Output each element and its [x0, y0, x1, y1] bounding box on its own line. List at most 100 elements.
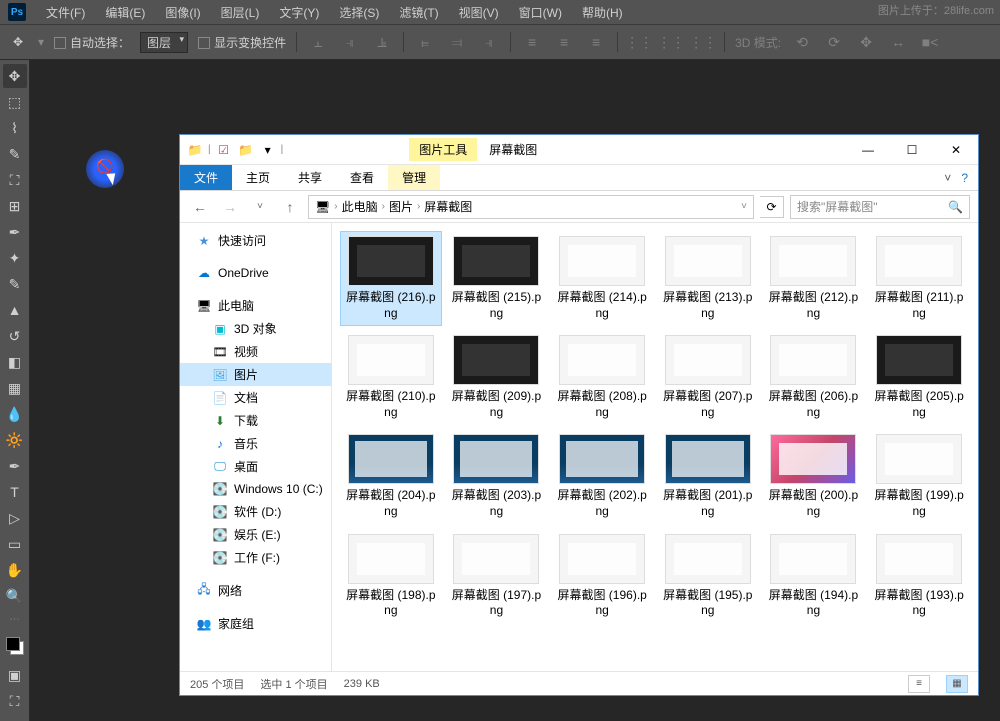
refresh-button[interactable]: ⟳: [760, 196, 784, 218]
align-vcenter-icon[interactable]: ⫣: [339, 31, 361, 53]
nav-drive-e[interactable]: 💽娱乐 (E:): [180, 523, 331, 546]
color-swatch[interactable]: [6, 637, 24, 655]
eraser-tool[interactable]: ◧: [3, 350, 27, 374]
lasso-tool[interactable]: ⌇: [3, 116, 27, 140]
file-item[interactable]: 屏幕截图 (208).png: [551, 330, 653, 425]
nav-onedrive[interactable]: ☁OneDrive: [180, 262, 331, 284]
crop-tool[interactable]: ⛶: [3, 168, 27, 192]
menu-item-1[interactable]: 编辑(E): [95, 4, 155, 21]
file-item[interactable]: 屏幕截图 (206).png: [763, 330, 865, 425]
crumb-pc[interactable]: 此电脑: [342, 198, 378, 215]
align-hcenter-icon[interactable]: ⫤: [446, 31, 468, 53]
gradient-tool[interactable]: ▦: [3, 376, 27, 400]
file-item[interactable]: 屏幕截图 (202).png: [551, 429, 653, 524]
file-item[interactable]: 屏幕截图 (200).png: [763, 429, 865, 524]
menu-item-5[interactable]: 选择(S): [329, 4, 389, 21]
menu-item-8[interactable]: 窗口(W): [509, 4, 572, 21]
show-transform-checkbox[interactable]: 显示变换控件: [198, 34, 286, 51]
nav-back-button[interactable]: ←: [188, 195, 212, 219]
pen-tool[interactable]: ✒: [3, 454, 27, 478]
file-item[interactable]: 屏幕截图 (211).png: [868, 231, 970, 326]
qat-open-icon[interactable]: 📁: [237, 141, 255, 159]
align-top-icon[interactable]: ⫠: [307, 31, 329, 53]
mode-3d-zoom-icon[interactable]: ■<: [919, 31, 941, 53]
history-brush-tool[interactable]: ↺: [3, 324, 27, 348]
address-dropdown-icon[interactable]: ˅: [741, 201, 747, 212]
file-item[interactable]: 屏幕截图 (193).png: [868, 529, 970, 624]
crumb-pictures[interactable]: 图片: [389, 198, 413, 215]
view-details-button[interactable]: ≡: [908, 675, 930, 693]
file-item[interactable]: 屏幕截图 (205).png: [868, 330, 970, 425]
shape-tool[interactable]: ▭: [3, 532, 27, 556]
align-bottom-icon[interactable]: ⫡: [371, 31, 393, 53]
quick-select-tool[interactable]: ✎: [3, 142, 27, 166]
maximize-button[interactable]: ☐: [890, 135, 934, 165]
nav-3d-objects[interactable]: ▣3D 对象: [180, 317, 331, 340]
align-right-icon[interactable]: ⫣: [478, 31, 500, 53]
menu-item-7[interactable]: 视图(V): [449, 4, 509, 21]
mode-3d-orbit-icon[interactable]: ⟲: [791, 31, 813, 53]
file-item[interactable]: 屏幕截图 (213).png: [657, 231, 759, 326]
file-item[interactable]: 屏幕截图 (203).png: [446, 429, 548, 524]
file-item[interactable]: 屏幕截图 (210).png: [340, 330, 442, 425]
heal-tool[interactable]: ✦: [3, 246, 27, 270]
tab-file[interactable]: 文件: [180, 165, 232, 190]
nav-documents[interactable]: 📄文档: [180, 386, 331, 409]
nav-up-button[interactable]: ↑: [278, 195, 302, 219]
nav-videos[interactable]: 🎞视频: [180, 340, 331, 363]
tab-view[interactable]: 查看: [336, 165, 388, 190]
qat-dropdown-icon[interactable]: ▾: [259, 141, 277, 159]
distribute-5-icon[interactable]: ⋮⋮: [660, 31, 682, 53]
qat-properties-icon[interactable]: ☑: [215, 141, 233, 159]
distribute-2-icon[interactable]: ≡: [553, 31, 575, 53]
path-select-tool[interactable]: ▷: [3, 506, 27, 530]
close-button[interactable]: ✕: [934, 135, 978, 165]
move-tool[interactable]: ✥: [3, 64, 27, 88]
type-tool[interactable]: T: [3, 480, 27, 504]
nav-drive-f[interactable]: 💽工作 (F:): [180, 546, 331, 569]
tab-manage[interactable]: 管理: [388, 165, 440, 190]
menu-item-9[interactable]: 帮助(H): [572, 4, 633, 21]
nav-pictures[interactable]: 🖼图片: [180, 363, 331, 386]
crumb-screenshots[interactable]: 屏幕截图: [424, 198, 472, 215]
distribute-4-icon[interactable]: ⋮⋮: [628, 31, 650, 53]
explorer-titlebar[interactable]: 📁 | ☑ 📁 ▾ | 图片工具 屏幕截图 — ☐ ✕: [180, 135, 978, 165]
menu-item-3[interactable]: 图层(L): [211, 4, 270, 21]
file-item[interactable]: 屏幕截图 (207).png: [657, 330, 759, 425]
file-item[interactable]: 屏幕截图 (212).png: [763, 231, 865, 326]
distribute-3-icon[interactable]: ≡: [585, 31, 607, 53]
blur-tool[interactable]: 💧: [3, 402, 27, 426]
quick-mask-tool[interactable]: ▣: [3, 663, 27, 687]
file-item[interactable]: 屏幕截图 (198).png: [340, 529, 442, 624]
file-item[interactable]: 屏幕截图 (204).png: [340, 429, 442, 524]
nav-forward-button[interactable]: →: [218, 195, 242, 219]
nav-recent-dropdown[interactable]: ˅: [248, 195, 272, 219]
search-input[interactable]: 搜索"屏幕截图" 🔍: [790, 195, 970, 219]
hand-tool[interactable]: ✋: [3, 558, 27, 582]
file-item[interactable]: 屏幕截图 (215).png: [446, 231, 548, 326]
menu-item-0[interactable]: 文件(F): [36, 4, 95, 21]
nav-desktop[interactable]: 🖵桌面: [180, 455, 331, 478]
nav-quick-access[interactable]: ★快速访问: [180, 229, 331, 252]
marquee-tool[interactable]: ⬚: [3, 90, 27, 114]
view-icons-button[interactable]: ▦: [946, 675, 968, 693]
file-item[interactable]: 屏幕截图 (199).png: [868, 429, 970, 524]
nav-drive-d[interactable]: 💽软件 (D:): [180, 500, 331, 523]
nav-drive-c[interactable]: 💽Windows 10 (C:): [180, 478, 331, 500]
mode-3d-slide-icon[interactable]: ↔: [887, 31, 909, 53]
eyedropper-tool[interactable]: ✒: [3, 220, 27, 244]
nav-downloads[interactable]: ⬇下载: [180, 409, 331, 432]
tab-home[interactable]: 主页: [232, 165, 284, 190]
distribute-6-icon[interactable]: ⋮⋮: [692, 31, 714, 53]
layer-dropdown[interactable]: 图层: [140, 32, 188, 53]
auto-select-checkbox[interactable]: 自动选择：: [54, 34, 130, 51]
menu-item-2[interactable]: 图像(I): [155, 4, 210, 21]
file-item[interactable]: 屏幕截图 (214).png: [551, 231, 653, 326]
help-icon[interactable]: ?: [961, 171, 968, 185]
dodge-tool[interactable]: 🔆: [3, 428, 27, 452]
nav-this-pc[interactable]: 🖥此电脑: [180, 294, 331, 317]
zoom-tool[interactable]: 🔍: [3, 584, 27, 608]
distribute-1-icon[interactable]: ≡: [521, 31, 543, 53]
screen-mode-tool[interactable]: ⛶: [3, 689, 27, 713]
tab-share[interactable]: 共享: [284, 165, 336, 190]
